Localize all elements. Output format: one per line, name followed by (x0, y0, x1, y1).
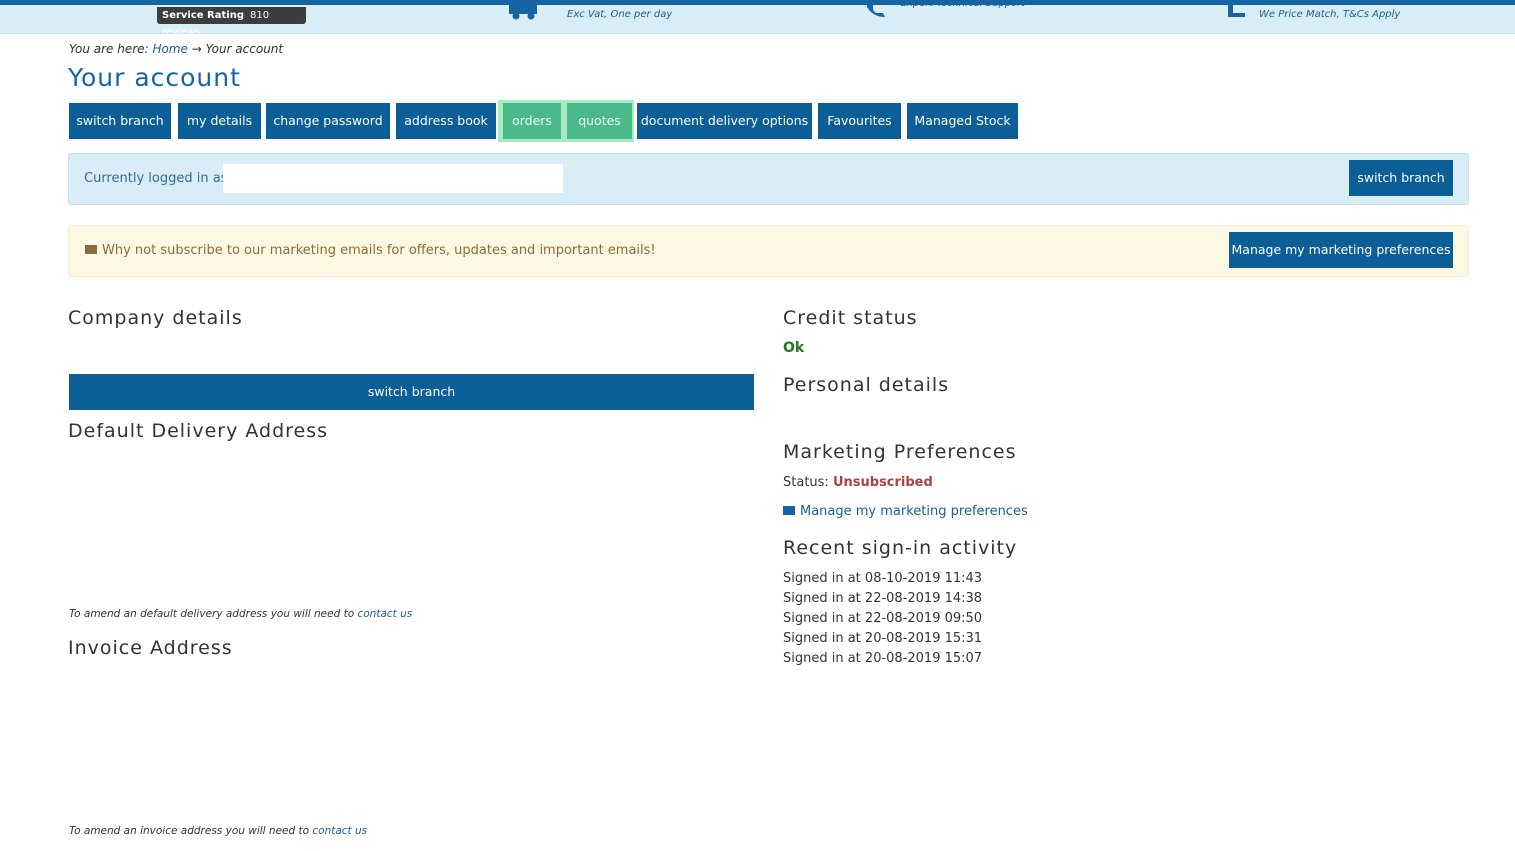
signin-activity-list: Signed in at 08-10-2019 11:43 Signed in … (783, 571, 982, 671)
support-note: Expert Technical Support (900, 0, 1025, 9)
delivery-truck-icon (509, 5, 537, 20)
invoice-note-text: To amend an invoice address you will nee… (69, 825, 310, 837)
credit-status-heading: Credit status (783, 307, 918, 329)
marketing-status-value: Unsubscribed (832, 475, 933, 490)
tab-address-book[interactable]: address book (396, 103, 496, 139)
default-delivery-address-heading: Default Delivery Address (68, 420, 329, 442)
tab-change-password[interactable]: change password (266, 103, 390, 139)
price-match-icon (1228, 5, 1245, 17)
logged-in-account-value (223, 164, 563, 193)
breadcrumb-prefix: You are here: (69, 42, 149, 56)
signin-entry: Signed in at 20-08-2019 15:07 (783, 651, 983, 666)
envelope-icon (783, 506, 795, 515)
tab-document-delivery-options[interactable]: document delivery options (637, 103, 812, 139)
marketing-banner-text: Why not subscribe to our marketing email… (102, 243, 656, 258)
tab-switch-branch[interactable]: switch branch (69, 103, 171, 139)
delivery-address-note: To amend an default delivery address you… (69, 608, 412, 620)
service-rating-badge[interactable]: Service Rating 810 reviews (157, 7, 306, 38)
breadcrumb-home-link[interactable]: Home (152, 42, 187, 56)
delivery-note-text: To amend an default delivery address you… (69, 608, 355, 620)
manage-marketing-preferences-link[interactable]: Manage my marketing preferences (783, 504, 1028, 519)
phone-icon (867, 3, 885, 17)
top-info-bar: Service Rating 810 reviews Exc Vat, One p… (0, 0, 1515, 38)
credit-status-value: Ok (783, 340, 805, 356)
delivery-contact-us-link[interactable]: contact us (357, 608, 412, 620)
invoice-contact-us-link[interactable]: contact us (312, 825, 367, 837)
price-match-note: We Price Match, T&Cs Apply (1259, 9, 1401, 20)
tab-my-details[interactable]: my details (178, 103, 261, 139)
signin-entry: Signed in at 20-08-2019 15:31 (783, 631, 983, 646)
breadcrumb-current: Your account (205, 42, 284, 56)
logged-in-panel: Currently logged in as switch branch (68, 153, 1469, 205)
envelope-icon (85, 245, 97, 254)
company-details-heading: Company details (68, 307, 243, 329)
page-title: Your account (68, 63, 241, 92)
tab-orders[interactable]: orders (503, 103, 561, 139)
signin-entry: Signed in at 22-08-2019 09:50 (783, 611, 983, 626)
logged-in-label: Currently logged in as (84, 171, 228, 186)
marketing-preferences-heading: Marketing Preferences (783, 441, 1017, 463)
marketing-status: Status: Unsubscribed (783, 475, 933, 490)
breadcrumb-separator: → (191, 42, 202, 56)
signin-entry: Signed in at 08-10-2019 11:43 (783, 571, 983, 586)
manage-marketing-link-text: Manage my marketing preferences (800, 504, 1028, 519)
tab-managed-stock[interactable]: Managed Stock (907, 103, 1018, 139)
tab-favourites[interactable]: Favourites (818, 103, 901, 139)
company-switch-branch-button[interactable]: switch branch (69, 374, 754, 410)
manage-marketing-preferences-button[interactable]: Manage my marketing preferences (1229, 232, 1453, 268)
marketing-subscribe-banner: Why not subscribe to our marketing email… (68, 225, 1469, 277)
delivery-note: Exc Vat, One per day (567, 9, 673, 20)
marketing-banner-message: Why not subscribe to our marketing email… (85, 243, 656, 258)
invoice-address-note: To amend an invoice address you will nee… (69, 825, 367, 837)
switch-branch-button[interactable]: switch branch (1349, 160, 1453, 196)
rating-label: Service Rating (162, 10, 244, 21)
signin-entry: Signed in at 22-08-2019 14:38 (783, 591, 983, 606)
invoice-address-heading: Invoice Address (68, 637, 233, 659)
tab-quotes[interactable]: quotes (567, 103, 632, 139)
breadcrumb: You are here: Home → Your account (69, 42, 283, 56)
marketing-status-label: Status: (783, 475, 829, 490)
recent-signin-heading: Recent sign-in activity (783, 537, 1018, 559)
personal-details-heading: Personal details (783, 374, 950, 396)
